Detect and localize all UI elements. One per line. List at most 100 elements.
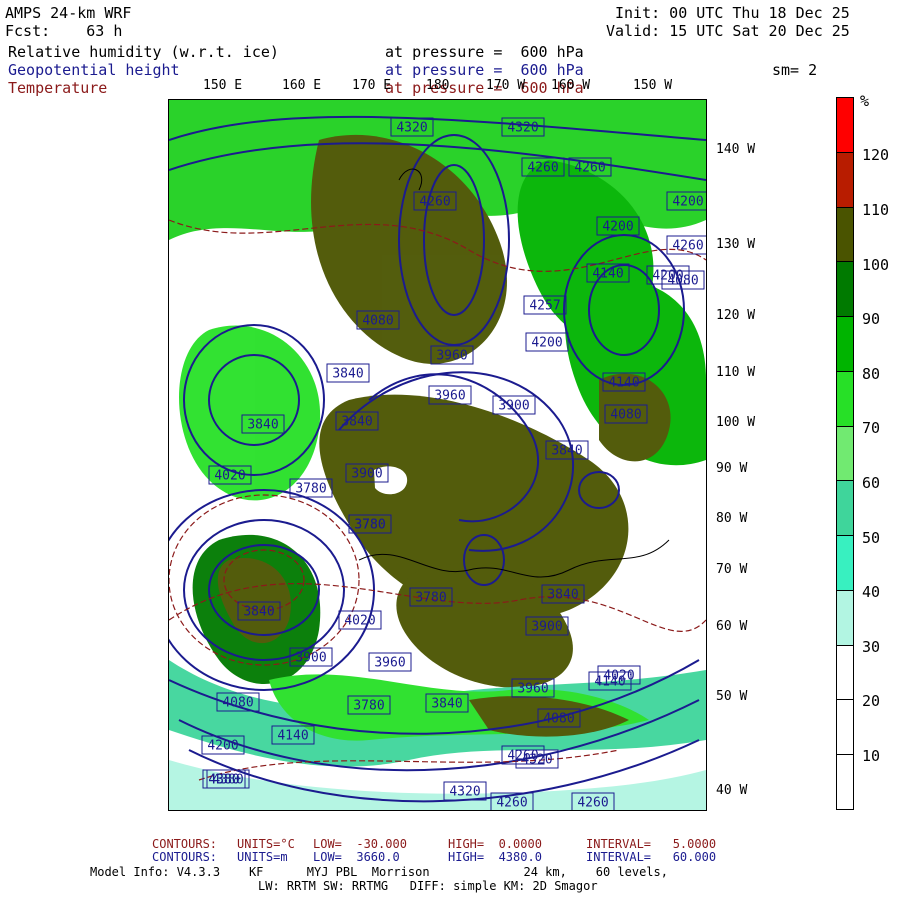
svg-text:3840: 3840 [341, 415, 372, 430]
height-contour-label: 3840 [541, 584, 585, 604]
lon-label-180: 180 [426, 78, 450, 93]
svg-text:3840: 3840 [332, 367, 363, 382]
svg-text:3900: 3900 [498, 399, 529, 414]
height-contour-label: 3960 [511, 678, 555, 698]
height-contour-label: 4260 [568, 157, 612, 177]
svg-text:3840: 3840 [551, 444, 582, 459]
height-contour-label: 3900 [345, 463, 389, 483]
height-contour-label: 3900 [289, 647, 333, 667]
map-graphics: 4320 4320 4260 4260 4260 4200 4200 4260 4200 4140… [169, 100, 706, 810]
height-contour-label: 4200 [666, 191, 706, 211]
height-contour-label: 3840 [241, 414, 285, 434]
height-contour-label: 3780 [347, 695, 391, 715]
height-contour-label: 4200 [525, 332, 569, 352]
svg-text:4320: 4320 [396, 121, 427, 136]
height-contour-label: 3960 [430, 345, 474, 365]
svg-text:3780: 3780 [415, 591, 446, 606]
svg-text:3960: 3960 [434, 389, 465, 404]
valid-time: Valid: 15 UTC Sat 20 Dec 25 [606, 22, 850, 40]
height-contour-label: 4320 [390, 117, 434, 137]
lon-label-160w: 160 W [551, 78, 591, 93]
height-contour-label: 4320 [501, 117, 545, 137]
colorbar-segment [837, 317, 853, 372]
height-contour-label: 3840 [425, 693, 469, 713]
height-contour-label: 4257 [523, 295, 567, 315]
height-contours-label: CONTOURS: [152, 850, 218, 864]
colorbar-tick: 110 [862, 201, 890, 219]
svg-text:4260: 4260 [577, 796, 608, 811]
lon-label-170w: 170 W [486, 78, 526, 93]
svg-text:4080: 4080 [543, 712, 574, 727]
svg-text:4260: 4260 [527, 161, 558, 176]
lat-label-6: 90 W [716, 461, 748, 476]
height-contour-label: 4260 [490, 792, 534, 810]
height-contour-label: 4380 [202, 769, 246, 789]
svg-text:4257: 4257 [529, 299, 560, 314]
colorbar-tick: 30 [862, 638, 881, 656]
colorbar-unit: % [860, 92, 870, 110]
svg-text:4260: 4260 [672, 239, 703, 254]
forecast-hour: Fcst: 63 h [5, 22, 123, 40]
colorbar-tick: 60 [862, 474, 881, 492]
colorbar-segment [837, 536, 853, 591]
colorbar-segment [837, 371, 853, 427]
svg-text:4200: 4200 [207, 739, 238, 754]
height-contour-label: 4080 [216, 692, 260, 712]
svg-text:4020: 4020 [344, 614, 375, 629]
colorbar-segment [837, 481, 853, 537]
svg-text:4080: 4080 [667, 274, 698, 289]
svg-text:3840: 3840 [431, 697, 462, 712]
height-contour-label: 3780 [289, 478, 333, 498]
svg-text:3780: 3780 [353, 699, 384, 714]
height-contour-label: 3900 [525, 616, 569, 636]
height-contour-label: 4260 [666, 235, 706, 255]
height-contour-label: 4140 [271, 725, 315, 745]
lon-label-150w: 150 W [633, 78, 673, 93]
colorbar-tick: 20 [862, 692, 881, 710]
svg-text:4200: 4200 [531, 336, 562, 351]
colorbar-segment [837, 645, 853, 701]
height-contour-label: 4260 [571, 792, 615, 811]
height-contour-label: 3960 [428, 385, 472, 405]
colorbar-segment [837, 207, 853, 263]
init-time: Init: 00 UTC Thu 18 Dec 25 [615, 4, 850, 22]
lon-label-160e: 160 E [282, 78, 322, 93]
svg-text:3840: 3840 [547, 588, 578, 603]
colorbar-tick: 90 [862, 310, 881, 328]
colorbar-tick: 40 [862, 583, 881, 601]
colorbar [836, 97, 854, 810]
height-contour-label: 4080 [604, 404, 648, 424]
lat-label-10: 50 W [716, 689, 748, 704]
svg-text:4140: 4140 [608, 376, 639, 391]
height-contour-label: 3900 [492, 395, 536, 415]
svg-text:4260: 4260 [574, 161, 605, 176]
colorbar-tick: 50 [862, 529, 881, 547]
lat-label-4: 110 W [716, 365, 756, 380]
height-contour-label: 3960 [368, 652, 412, 672]
svg-text:4320: 4320 [507, 121, 538, 136]
model-info-line2: LW: RRTM SW: RRTMG DIFF: simple KM: 2D S… [258, 879, 598, 893]
height-contour-label: 4260 [521, 157, 565, 177]
svg-text:4320: 4320 [449, 785, 480, 800]
svg-text:4140: 4140 [277, 729, 308, 744]
colorbar-segment [837, 700, 853, 756]
lat-label-8: 70 W [716, 562, 748, 577]
height-contour-label: 4080 [537, 708, 581, 728]
svg-text:4320: 4320 [521, 753, 552, 768]
height-contour-label: 4080 [356, 310, 400, 330]
lat-label-7: 80 W [716, 511, 748, 526]
lon-label-170e: 170 E [352, 78, 392, 93]
height-contours-high: HIGH= 4380.0 [448, 850, 542, 864]
svg-text:3960: 3960 [374, 656, 405, 671]
lat-label-11: 40 W [716, 783, 748, 798]
svg-text:4200: 4200 [602, 220, 633, 235]
height-contour-label: 4260 [413, 191, 457, 211]
svg-text:4080: 4080 [610, 408, 641, 423]
colorbar-tick: 120 [862, 146, 890, 164]
svg-text:4200: 4200 [672, 195, 703, 210]
field-rh-level: at pressure = 600 hPa [385, 43, 584, 61]
svg-text:4080: 4080 [222, 696, 253, 711]
lat-label-5: 100 W [716, 415, 756, 430]
height-contour-label: 4020 [208, 465, 252, 485]
height-contour-label: 3780 [348, 514, 392, 534]
